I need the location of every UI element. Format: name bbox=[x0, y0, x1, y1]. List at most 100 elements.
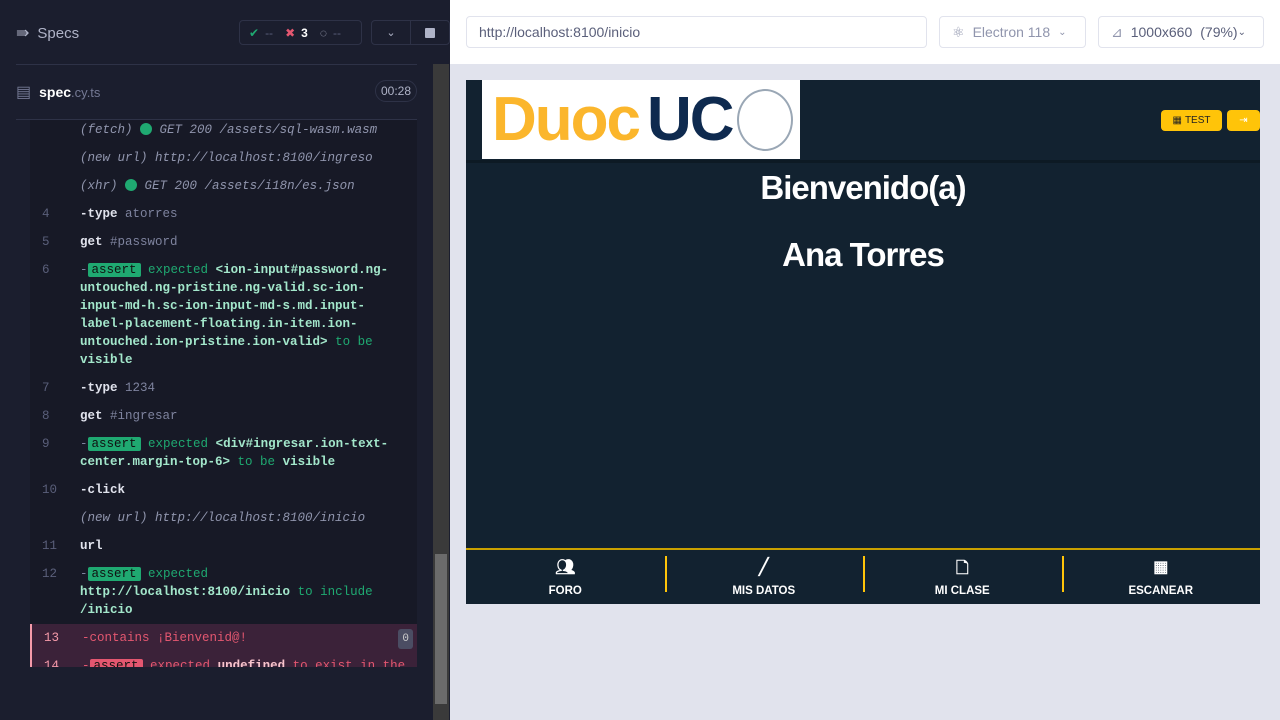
command-part: to include bbox=[297, 585, 373, 599]
duration-badge: 00:28 bbox=[374, 80, 417, 102]
command-number: 9 bbox=[42, 437, 50, 451]
command-row[interactable]: (xhr) GET 200 /assets/i18n/es.json bbox=[30, 172, 417, 200]
specs-title[interactable]: Specs bbox=[37, 25, 79, 42]
command-part: - bbox=[80, 437, 88, 451]
welcome-heading: Bienvenido(a) bbox=[760, 169, 966, 206]
command-part: to be bbox=[335, 335, 373, 349]
tab-foro[interactable]: 👥︎ FORO bbox=[466, 550, 665, 604]
command-part: get bbox=[80, 235, 103, 249]
specs-menu-icon[interactable]: ⇛ bbox=[16, 23, 29, 43]
test-label: TEST bbox=[1184, 115, 1211, 126]
command-part: (xhr) bbox=[80, 179, 118, 193]
pending-icon: ◌ bbox=[319, 25, 327, 40]
app-preview: http://localhost:8100/inicio ⚛ Electron 1… bbox=[450, 0, 1280, 720]
logout-icon: ⇥ bbox=[1239, 115, 1248, 126]
command-row[interactable]: 8 get #ingresar bbox=[30, 402, 417, 430]
command-part: expected bbox=[148, 437, 209, 451]
command-row[interactable]: 6 - assert expected <ion-input#password.ng… bbox=[30, 256, 417, 374]
command-row[interactable]: 5 get #password bbox=[30, 228, 417, 256]
command-number: 11 bbox=[42, 539, 58, 553]
scrollbar[interactable] bbox=[433, 64, 449, 720]
command-part: GET 200 /assets/sql-wasm.wasm bbox=[159, 123, 378, 137]
command-number: 4 bbox=[42, 207, 50, 221]
collapse-button[interactable]: ⌄ bbox=[372, 21, 410, 44]
tab-label: FORO bbox=[548, 585, 582, 597]
command-row[interactable]: 7 -type 1234 bbox=[30, 374, 417, 402]
command-part: ¡Bienvenid@! bbox=[157, 631, 248, 645]
command-part: assert bbox=[87, 263, 141, 277]
tab-label: MI CLASE bbox=[934, 585, 990, 597]
command-part: (new url) bbox=[80, 151, 148, 165]
element-count-badge: 0 bbox=[398, 629, 413, 649]
command-part: undefined bbox=[217, 659, 286, 667]
viewport-selector[interactable]: ⊿ 1000x660 (79%) ⌄ bbox=[1098, 16, 1264, 48]
user-name: Ana Torres bbox=[782, 236, 945, 273]
command-part: -type bbox=[80, 381, 118, 395]
document-icon: 🗋 bbox=[955, 560, 969, 577]
run-controls: ⌄ bbox=[371, 20, 450, 45]
browser-toolbar: http://localhost:8100/inicio ⚛ Electron 1… bbox=[450, 0, 1280, 64]
command-text: -type atorres bbox=[80, 205, 417, 223]
header-divider bbox=[466, 160, 1260, 163]
tab-label: MIS DATOS bbox=[732, 585, 796, 597]
url-text: http://localhost:8100/inicio bbox=[479, 24, 641, 40]
command-part: assert bbox=[89, 659, 143, 667]
tab-mis-datos[interactable]: ╱ MIS DATOS bbox=[664, 550, 864, 604]
chevron-down-icon: ⌄ bbox=[386, 27, 396, 39]
command-text: -type 1234 bbox=[80, 379, 417, 397]
command-number bbox=[30, 177, 80, 195]
command-part: http://localhost:8100/inicio bbox=[80, 585, 291, 599]
reporter-panel: ⇛ Specs ✔ -- ✖ 3 ◌ -- ⌄ ▤ spec .cy.ts 00:28 … bbox=[0, 0, 450, 720]
status-dot-icon bbox=[125, 179, 138, 191]
command-text: get #password bbox=[80, 233, 417, 251]
pencil-icon: ╱ bbox=[758, 559, 769, 576]
viewport-size: 1000x660 bbox=[1130, 24, 1193, 40]
people-icon: 👥︎ bbox=[555, 559, 576, 576]
command-part: url bbox=[80, 539, 103, 553]
file-icon: ▤ bbox=[16, 84, 32, 101]
tab-label: ESCANEAR bbox=[1128, 585, 1194, 597]
command-row[interactable]: 10 -click bbox=[30, 476, 417, 504]
passed-count: -- bbox=[265, 25, 274, 40]
command-row[interactable]: 9 - assert expected <div#ingresar.ion-text… bbox=[30, 430, 417, 476]
electron-icon: ⚛ bbox=[952, 23, 965, 40]
command-number bbox=[30, 121, 80, 139]
spec-file-row[interactable]: ▤ spec .cy.ts 00:28 bbox=[16, 78, 417, 106]
command-row[interactable]: (new url) http://localhost:8100/inicio bbox=[30, 504, 417, 532]
tab-escanear[interactable]: ▦ ESCANEAR bbox=[1061, 550, 1261, 604]
stop-button[interactable] bbox=[410, 21, 449, 44]
ruler-icon: ⊿ bbox=[1111, 23, 1123, 40]
url-bar[interactable]: http://localhost:8100/inicio bbox=[466, 16, 927, 48]
command-number: 7 bbox=[42, 381, 50, 395]
scrollbar-thumb[interactable] bbox=[435, 554, 447, 704]
spec-ext: .cy.ts bbox=[71, 84, 101, 100]
command-part: expected bbox=[148, 567, 209, 581]
browser-label: Electron 118 bbox=[972, 24, 1051, 40]
tab-mi-clase[interactable]: 🗋 MI CLASE bbox=[863, 550, 1062, 604]
command-number: 5 bbox=[42, 235, 50, 249]
command-number: 12 bbox=[42, 567, 58, 581]
command-row[interactable]: 13 -contains ¡Bienvenid@! 0 bbox=[30, 624, 417, 652]
logout-button[interactable]: ⇥ bbox=[1227, 110, 1260, 131]
command-row[interactable]: 12 - assert expected http://localhost:8100… bbox=[30, 560, 417, 624]
command-part: get bbox=[80, 409, 103, 423]
chevron-down-icon: ⌄ bbox=[1237, 26, 1246, 38]
command-text: (xhr) GET 200 /assets/i18n/es.json bbox=[80, 177, 417, 195]
command-part: #password bbox=[110, 235, 178, 249]
command-row[interactable]: (new url) http://localhost:8100/ingreso bbox=[30, 144, 417, 172]
app-viewport: Duoc UC ▦ TEST ⇥ Bienvenido(a) Ana Torres … bbox=[466, 80, 1260, 604]
command-text: (new url) http://localhost:8100/inicio bbox=[80, 509, 417, 527]
command-row[interactable]: 4 -type atorres bbox=[30, 200, 417, 228]
command-part: expected bbox=[148, 263, 209, 277]
command-row[interactable]: (fetch) GET 200 /assets/sql-wasm.wasm bbox=[30, 120, 417, 144]
command-row[interactable]: 14 - assert expected undefined to exist in… bbox=[30, 652, 417, 667]
status-dot-icon bbox=[140, 123, 153, 135]
failed-count: 3 bbox=[301, 25, 308, 40]
qr-code-icon: ▦ bbox=[1172, 115, 1182, 126]
test-button[interactable]: ▦ TEST bbox=[1161, 110, 1222, 131]
command-part: - bbox=[82, 659, 90, 667]
browser-selector[interactable]: ⚛ Electron 118 ⌄ bbox=[939, 16, 1086, 48]
command-row[interactable]: 11 url bbox=[30, 532, 417, 560]
command-number: 13 bbox=[44, 631, 60, 645]
duoc-uc-logo: Duoc UC bbox=[482, 80, 800, 159]
